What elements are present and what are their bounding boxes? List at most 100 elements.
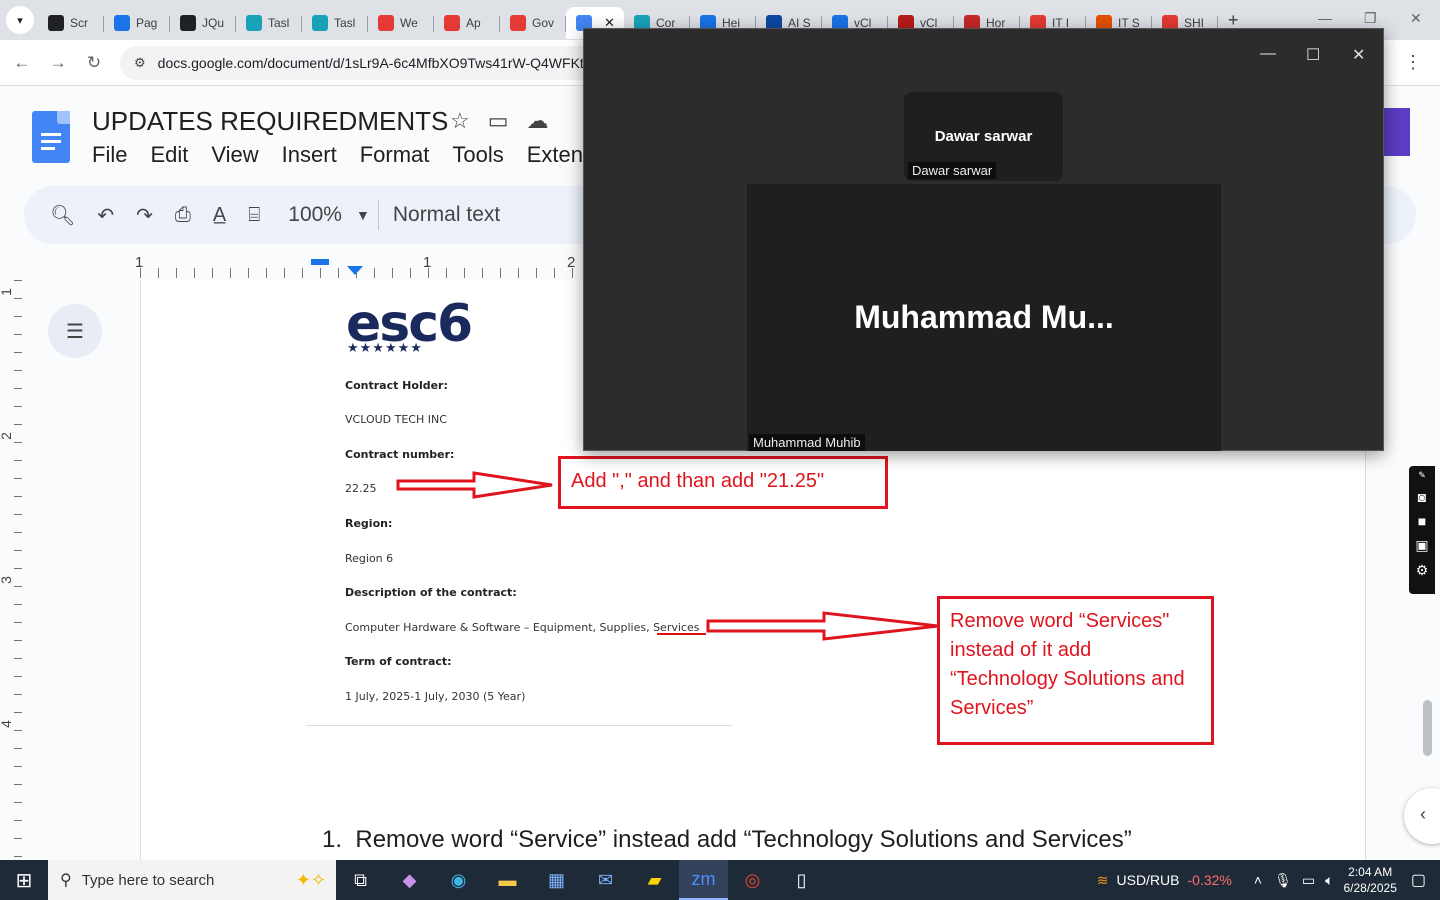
network-icon[interactable]: ▭ [1302, 872, 1315, 889]
ruler-number: 2 [0, 432, 14, 440]
menu-insert[interactable]: Insert [282, 142, 337, 168]
window-close-icon[interactable]: ✕ [1410, 10, 1422, 27]
logo-stars: ★★★★★★ [347, 340, 423, 355]
search-placeholder: Type here to search [81, 871, 215, 889]
camera-icon[interactable]: ◙ [1418, 489, 1426, 505]
ticker-icon: ≋ [1096, 871, 1109, 888]
docs-logo[interactable] [32, 111, 70, 163]
browser-tab[interactable]: Tasl [236, 7, 302, 39]
mail-icon[interactable]: ✉ [581, 860, 630, 900]
left-indent-handle[interactable] [347, 266, 363, 275]
tab-favicon-icon [180, 15, 196, 31]
zoom-meeting-window[interactable]: — ☐ ✕ Dawar sarwar Dawar sarwar Muhammad… [583, 28, 1384, 451]
menu-bar: File Edit View Insert Format Tools Exten… [92, 142, 617, 168]
taskbar-clock[interactable]: 2:04 AM 6/28/2025 [1343, 864, 1396, 896]
browser-tab[interactable]: Gov [500, 7, 566, 39]
task-view-icon[interactable]: ⧉ [336, 860, 385, 900]
notification-icon[interactable]: ▢ [1411, 870, 1426, 890]
cloud-status-icon[interactable]: ☁ [527, 108, 549, 134]
annotation-arrow-2 [706, 611, 939, 641]
undo-icon[interactable]: ↶ [97, 203, 114, 228]
back-button[interactable]: ← [4, 53, 40, 73]
document-outline-button[interactable]: ☰ [48, 304, 102, 358]
tab-label: Tasl [268, 16, 290, 30]
menu-view[interactable]: View [211, 142, 258, 168]
participant-caption: Muhammad Muhib [749, 434, 865, 451]
zoom-maximize-icon[interactable]: ☐ [1306, 45, 1320, 65]
tab-favicon-icon [48, 15, 64, 31]
system-tray: ≋ USD/RUB -0.32% ˄ 🎙︎ ▭ 🔈︎ 2:04 AM 6/28/… [1097, 860, 1440, 900]
tab-search-button[interactable]: ▾ [6, 6, 34, 34]
participant-tile-main[interactable]: Muhammad Mu... Muhammad Muhib [747, 184, 1221, 451]
spellcheck-icon[interactable]: A̲ [213, 204, 226, 227]
store-icon[interactable]: ▦ [532, 860, 581, 900]
windows-taskbar: ⊞ ⚲ Type here to search ✦✧ ⧉ ◆ ◉ ▬ ▦ ✉ ▰… [0, 860, 1440, 900]
windows-start-icon[interactable]: ⊞ [0, 868, 48, 893]
sticky-notes-icon[interactable]: ▰ [630, 860, 679, 900]
vertical-ruler[interactable]: 1 2 3 4 [0, 280, 24, 860]
contract-holder-value: VCLOUD TECH INC [345, 413, 447, 426]
microphone-icon[interactable]: 🎙︎ [1274, 872, 1292, 889]
menu-file[interactable]: File [92, 142, 127, 168]
edge-icon[interactable]: ◉ [434, 860, 483, 900]
paragraph-style-select[interactable]: Normal text [393, 203, 500, 227]
paint-format-icon[interactable]: ⌸ [248, 204, 260, 227]
image-bottom-border [306, 725, 732, 726]
list-text: Remove word “Service” instead add “Techn… [355, 826, 1132, 853]
settings-gear-icon[interactable]: ⚙ [1416, 562, 1429, 579]
first-line-indent-handle[interactable] [311, 259, 329, 265]
zoom-chevron-down-icon[interactable]: ▼ [356, 207, 370, 223]
star-icon[interactable]: ☆ [450, 108, 470, 134]
document-app-icon[interactable]: ▯ [777, 860, 826, 900]
browser-tab[interactable]: Scr [38, 7, 104, 39]
document-title[interactable]: UPDATES REQUIREDMENTS [92, 106, 448, 137]
tab-favicon-icon [510, 15, 526, 31]
tray-chevron-up-icon[interactable]: ˄ [1254, 872, 1262, 888]
tab-favicon-icon [378, 15, 394, 31]
participant-tile-small[interactable]: Dawar sarwar Dawar sarwar [904, 92, 1063, 181]
restore-icon[interactable]: ❐ [1364, 10, 1377, 27]
tab-favicon-icon [246, 15, 262, 31]
reload-button[interactable]: ↻ [76, 53, 112, 73]
annotation-arrow-1 [396, 471, 553, 499]
browser-menu-icon[interactable]: ⋮ [1404, 52, 1422, 73]
list-number: 1. [322, 826, 343, 853]
browser-tab[interactable]: We [368, 7, 434, 39]
ruler-number: 3 [0, 576, 14, 584]
browser-tab[interactable]: Tasl [302, 7, 368, 39]
scrollbar-thumb[interactable] [1423, 700, 1432, 756]
volume-icon[interactable]: 🔈︎ [1325, 872, 1333, 889]
copilot-sparkle-icon: ✦✧ [295, 869, 326, 890]
browser-tab[interactable]: JQu [170, 7, 236, 39]
zoom-app-icon[interactable]: zm [679, 860, 728, 900]
screen-icon[interactable]: ▣ [1415, 537, 1428, 554]
annotation-box-1: Add "," and than add "21.25" [558, 456, 888, 509]
move-folder-icon[interactable]: ▭ [488, 108, 509, 134]
pin-icon[interactable]: ✎ [1418, 470, 1426, 481]
zoom-select[interactable]: 100% [288, 203, 342, 227]
video-icon[interactable]: ■ [1418, 513, 1426, 529]
print-icon[interactable]: ⎙ [175, 204, 191, 227]
menu-edit[interactable]: Edit [150, 142, 188, 168]
menu-format[interactable]: Format [360, 142, 430, 168]
redo-icon[interactable]: ↷ [136, 203, 153, 228]
minimize-icon[interactable]: — [1318, 10, 1332, 26]
screen-recorder-bar: ✎ ◙ ■ ▣ ⚙ [1409, 466, 1435, 594]
taskbar-search[interactable]: ⚲ Type here to search ✦✧ [48, 860, 336, 900]
zoom-minimize-icon[interactable]: — [1260, 45, 1276, 63]
stock-widget[interactable]: ≋ USD/RUB -0.32% [1097, 872, 1232, 889]
forward-button[interactable]: → [40, 53, 76, 73]
copilot-icon[interactable]: ◆ [385, 860, 434, 900]
file-explorer-icon[interactable]: ▬ [483, 860, 532, 900]
annotation-box-2: Remove word “Services" instead of it add… [937, 596, 1214, 745]
zoom-close-icon[interactable]: ✕ [1352, 45, 1365, 65]
ruler-number: 1 [0, 288, 14, 296]
search-icon[interactable]: 🔍︎ [50, 203, 75, 228]
menu-tools[interactable]: Tools [452, 142, 503, 168]
site-info-icon[interactable]: ⚙ [134, 55, 146, 71]
chrome-icon[interactable]: ◎ [728, 860, 777, 900]
ruler-number: 4 [0, 720, 14, 728]
browser-tab[interactable]: Pag [104, 7, 170, 39]
browser-tab[interactable]: Ap [434, 7, 500, 39]
contract-number-value: 22.25 [345, 482, 377, 495]
